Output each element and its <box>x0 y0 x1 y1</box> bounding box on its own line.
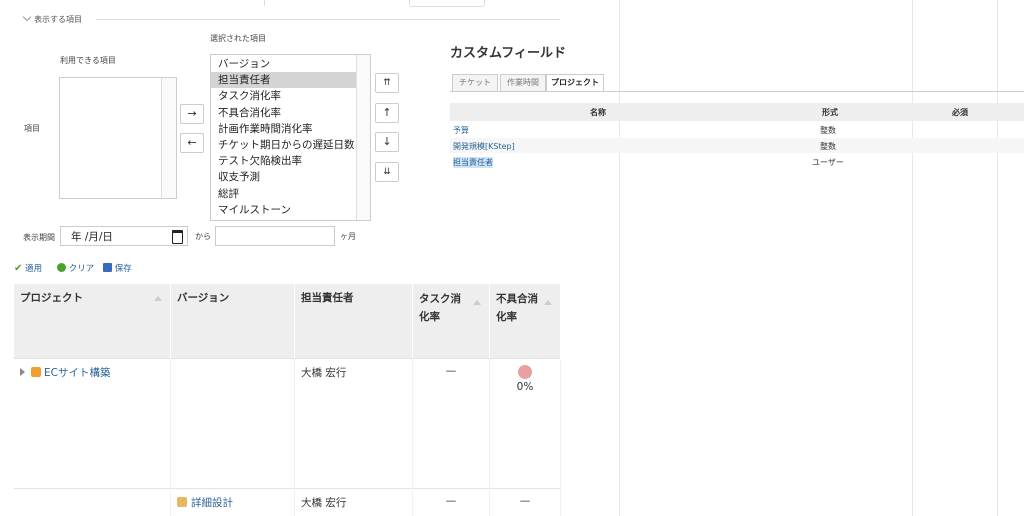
custom-field-link[interactable]: 開発規模[KStep] <box>453 141 515 152</box>
column-name: 名称 <box>590 108 606 117</box>
selected-list-scrollbar[interactable] <box>356 55 370 220</box>
custom-field-format: 整数 <box>820 126 836 135</box>
period-label: 表示期間 <box>23 233 55 242</box>
bug-rate-cell: 0% <box>489 358 561 489</box>
column-format: 形式 <box>822 108 838 117</box>
selected-columns-label: 選択された項目 <box>210 34 266 43</box>
save-icon <box>103 263 112 272</box>
legend-label: 表示する項目 <box>34 15 82 24</box>
version-link[interactable]: 詳細設計 <box>191 497 233 509</box>
selected-column-option[interactable]: バージョン <box>211 56 370 72</box>
available-columns-list[interactable] <box>59 77 177 199</box>
column-required: 必須 <box>952 108 968 117</box>
custom-fields-title: カスタムフィールド <box>450 46 566 61</box>
custom-field-format: 整数 <box>820 142 836 151</box>
period-date-value: 年 /月/日 <box>71 231 113 243</box>
move-top-button[interactable]: ⇈ <box>375 73 399 93</box>
expand-arrow-icon[interactable] <box>20 368 25 376</box>
clear-label: クリア <box>68 264 95 274</box>
sort-icon[interactable] <box>473 300 481 305</box>
selected-column-option[interactable]: マイルストーン <box>211 202 370 218</box>
custom-field-link[interactable]: 予算 <box>453 125 469 136</box>
collapse-chevron-icon <box>22 12 32 22</box>
save-link[interactable]: 保存 <box>103 262 132 274</box>
move-down-button[interactable]: ↓ <box>375 132 399 152</box>
available-columns-label: 利用できる項目 <box>60 56 116 65</box>
move-bottom-button[interactable]: ⇊ <box>375 162 399 182</box>
apply-link[interactable]: ✔ 適用 <box>14 262 42 274</box>
table-row: 詳細設計 大橋 宏行 — — <box>14 488 561 516</box>
project-cell: ECサイト構築 <box>14 358 171 489</box>
checkmark-icon: ✔ <box>14 263 23 274</box>
version-cell <box>170 358 295 489</box>
move-left-button[interactable]: ← <box>180 133 204 153</box>
project-cell <box>14 488 171 516</box>
version-cell: 詳細設計 <box>170 488 295 516</box>
header-manager[interactable]: 担当責任者 <box>294 284 413 359</box>
project-icon <box>31 367 41 377</box>
calendar-icon[interactable] <box>172 230 183 244</box>
selected-column-option[interactable]: 不具合消化率 <box>211 105 370 121</box>
manager-cell: 大橋 宏行 <box>294 488 413 516</box>
tab-time-entry[interactable]: 作業時間 <box>500 74 546 91</box>
header-version[interactable]: バージョン <box>170 284 295 359</box>
sort-icon[interactable] <box>544 300 552 305</box>
table-row: ECサイト構築 大橋 宏行 — 0% <box>14 358 561 489</box>
sort-icon[interactable] <box>154 296 162 301</box>
selected-columns-list[interactable]: バージョン 担当責任者 タスク消化率 不具合消化率 計画作業時間消化率 チケット期日からの… <box>210 54 371 221</box>
task-rate-cell: — <box>412 358 490 489</box>
task-rate-cell: — <box>412 488 490 516</box>
selected-column-option[interactable]: 計画作業時間消化率 <box>211 121 370 137</box>
period-months-input[interactable] <box>215 226 335 246</box>
selected-column-option[interactable]: タスク消化率 <box>211 88 370 104</box>
project-link[interactable]: ECサイト構築 <box>44 367 110 379</box>
header-task-rate[interactable]: タスク消化率 <box>412 284 490 359</box>
selected-column-option[interactable]: チケット期日からの遅延日数 <box>211 137 370 153</box>
tab-project[interactable]: プロジェクト <box>546 74 604 92</box>
version-package-icon <box>177 497 187 507</box>
table-row: 開発規模[KStep] 整数 <box>450 138 1024 153</box>
period-date-input[interactable]: 年 /月/日 <box>60 226 188 246</box>
move-right-button[interactable]: → <box>180 104 204 124</box>
legend-divider <box>96 19 560 20</box>
project-grid: プロジェクト バージョン 担当責任者 タスク消化率 不具合消化率 ECサイト構築… <box>14 284 561 516</box>
custom-field-format: ユーザー <box>812 158 844 167</box>
table-row: 予算 整数 <box>450 122 1024 137</box>
save-label: 保存 <box>114 264 132 274</box>
manager-cell: 大橋 宏行 <box>294 358 413 489</box>
reload-icon <box>57 263 66 272</box>
columns-row-label: 項目 <box>24 124 40 133</box>
column-options-legend[interactable]: 表示する項目 <box>22 12 82 25</box>
period-from-label: から <box>195 232 211 241</box>
pie-chart-icon <box>518 365 532 379</box>
available-list-scrollbar[interactable] <box>161 78 176 198</box>
tab-divider <box>450 91 1024 92</box>
tab-issue[interactable]: チケット <box>452 74 498 91</box>
move-up-button[interactable]: ↑ <box>375 103 399 123</box>
clear-link[interactable]: クリア <box>57 262 94 274</box>
bug-rate-cell: — <box>489 488 561 516</box>
custom-fields-header: 名称 形式 必須 <box>450 103 1024 121</box>
selected-column-option[interactable]: 総評 <box>211 186 370 202</box>
selected-column-option[interactable]: 収支予測 <box>211 169 370 185</box>
selected-column-option[interactable]: 担当責任者 <box>211 72 370 89</box>
apply-label: 適用 <box>25 264 43 274</box>
table-row: 担当責任者 ユーザー <box>450 154 1024 169</box>
header-project[interactable]: プロジェクト <box>14 284 171 359</box>
selected-column-option[interactable]: テスト欠陥検出率 <box>211 153 370 169</box>
period-unit-label: ヶ月 <box>340 232 356 241</box>
bug-rate-value: 0% <box>516 381 534 393</box>
header-bug-rate[interactable]: 不具合消化率 <box>489 284 561 359</box>
custom-field-link[interactable]: 担当責任者 <box>453 157 493 168</box>
